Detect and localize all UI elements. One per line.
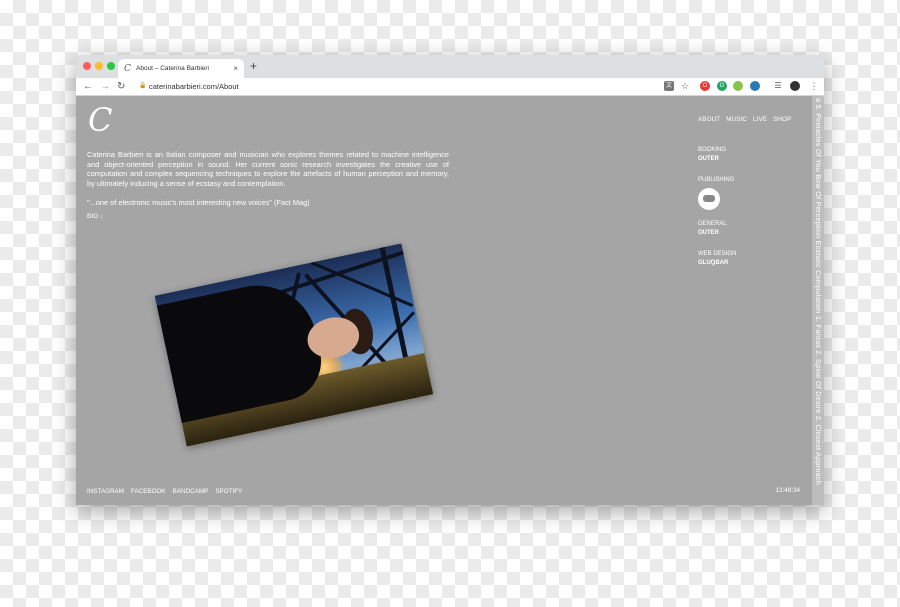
browser-window: C About – Caterina Barbieri × + ← → ↻ 🔒 … [76,55,824,505]
lock-icon[interactable]: 🔒 [139,82,146,89]
tab-close-icon[interactable]: × [233,64,238,73]
tab-strip: C About – Caterina Barbieri × + [76,55,824,78]
artist-photo [154,243,434,447]
new-tab-button[interactable]: + [250,59,257,73]
site-logo[interactable]: C [88,100,112,140]
bandcamp-link[interactable]: BANDCAMP [173,488,209,495]
globe-icon[interactable] [750,81,760,91]
frog-icon[interactable] [733,81,743,91]
menu-icon[interactable]: ⋮ [809,81,819,91]
main-nav: ABOUT MUSIC LIVE SHOP [698,116,791,123]
star-icon[interactable]: ☆ [680,81,690,91]
booking-label: BOOKING [698,147,727,153]
publishing-label: PUBLISHING [698,177,735,183]
tab-title: About – Caterina Barbieri [136,65,209,72]
clock: 13:48:34 [775,487,800,494]
profile-avatar-icon[interactable] [790,81,800,91]
publishing-block: PUBLISHING [698,176,734,210]
browser-toolbar: ← → ↻ 🔒 caterinabarbieri.com/About 文 ☆ O… [76,78,824,96]
bio-link[interactable]: BIO ↓ [87,213,103,220]
webdesign-link[interactable]: GLUQBAR [698,259,736,268]
vertical-release-text[interactable]: a 5. Pinnacles Of You Bow Of Perception … [814,98,823,485]
grammarly-icon[interactable]: G [717,81,727,91]
minimize-window-button[interactable] [95,62,103,70]
booking-block: BOOKING OUTER [698,146,726,164]
webdesign-block: WEB DESIGN GLUQBAR [698,250,736,268]
browser-tab[interactable]: C About – Caterina Barbieri × [118,59,244,78]
nav-live[interactable]: LIVE [753,116,767,123]
nav-about[interactable]: ABOUT [698,116,720,123]
close-window-button[interactable] [83,62,91,70]
nav-music[interactable]: MUSIC [726,116,747,123]
general-link[interactable]: OUTER [698,229,727,238]
intro-paragraph: Caterina Barbieri is an Italian composer… [87,150,449,188]
instagram-link[interactable]: INSTAGRAM [87,488,124,495]
press-quote: "...one of electronic music's most inter… [87,198,310,207]
opera-icon[interactable]: O [700,81,710,91]
zoom-window-button[interactable] [107,62,115,70]
publisher-logo-icon[interactable] [698,188,720,210]
webdesign-label: WEB DESIGN [698,251,737,257]
nav-shop[interactable]: SHOP [773,116,791,123]
reading-list-icon[interactable]: ☰ [773,81,783,91]
spotify-link[interactable]: SPOTIFY [215,488,242,495]
reload-icon[interactable]: ↻ [117,80,125,93]
back-arrow-icon[interactable]: ← [83,80,93,93]
general-label: GENERAL [698,221,727,227]
facebook-link[interactable]: FACEBOOK [131,488,166,495]
booking-link[interactable]: OUTER [698,155,726,164]
site-favicon-icon: C [124,63,131,74]
forward-arrow-icon[interactable]: → [100,80,110,93]
social-links: INSTAGRAM FACEBOOK BANDCAMP SPOTIFY [87,488,242,495]
page-viewport: C Caterina Barbieri is an Italian compos… [76,96,824,505]
address-bar[interactable]: caterinabarbieri.com/About [149,82,239,91]
vertical-release-marquee[interactable]: a 5. Pinnacles Of You Bow Of Perception … [812,98,824,503]
general-block: GENERAL OUTER [698,220,727,238]
translate-icon[interactable]: 文 [664,81,674,91]
